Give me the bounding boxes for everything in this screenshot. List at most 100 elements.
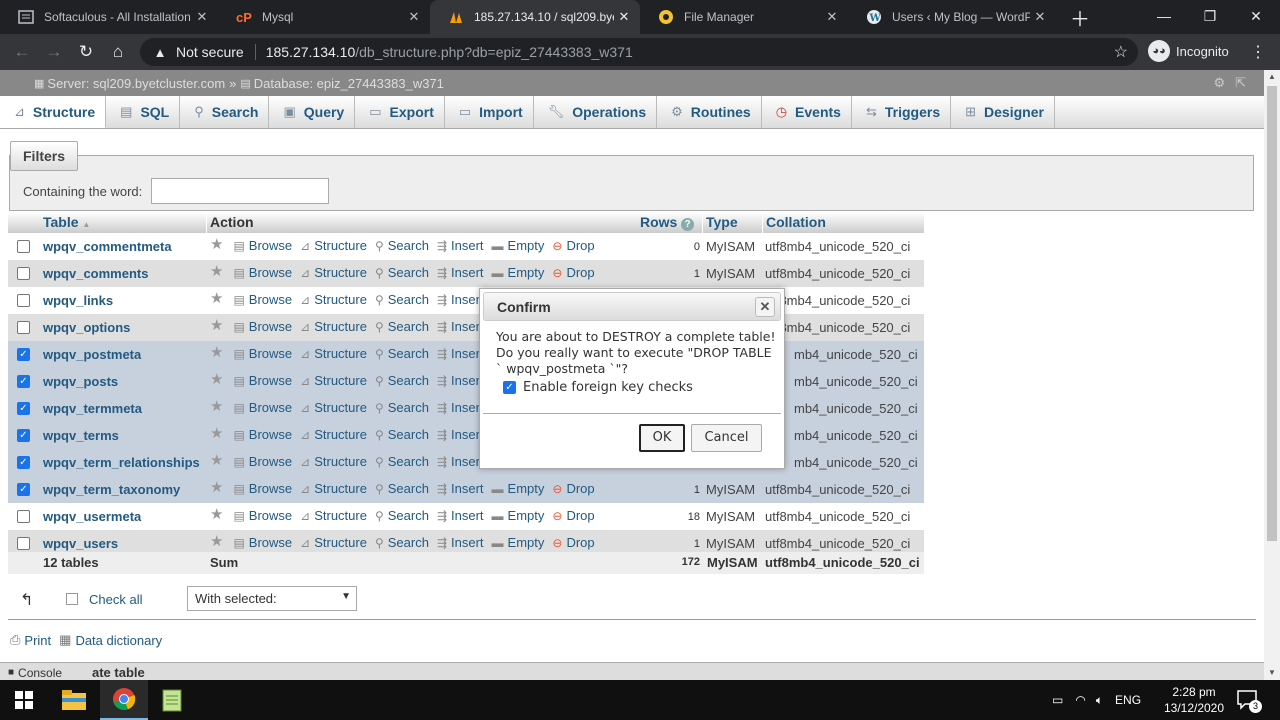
foreign-key-checkbox[interactable]: ✓ xyxy=(503,381,516,394)
search-action[interactable]: ⚲ Search xyxy=(375,427,429,442)
table-row[interactable]: ✓ wpqv_term_taxonomy ★ ▤ Browse ⊿ Structure ⚲ Se… xyxy=(8,476,924,503)
structure-action[interactable]: ⊿ Structure xyxy=(300,238,367,253)
table-row[interactable]: ✓ wpqv_termmeta ★ ▤ Browse ⊿ Structure ⚲ Search ⇶… xyxy=(8,395,924,422)
insert-action[interactable]: ⇶ Insert xyxy=(437,481,484,496)
insert-action[interactable]: ⇶ Insert xyxy=(437,238,484,253)
search-action[interactable]: ⚲ Search xyxy=(375,265,429,280)
filter-input[interactable] xyxy=(151,178,329,204)
tab-structure[interactable]: ⊿ Structure xyxy=(0,96,107,128)
help-icon[interactable]: ? xyxy=(681,218,695,231)
empty-action[interactable]: ▬Empty xyxy=(492,265,545,280)
structure-action[interactable]: ⊿ Structure xyxy=(300,481,367,496)
minimize-icon[interactable]: — xyxy=(1141,0,1187,32)
insert-action[interactable]: ⇶ Insert xyxy=(437,535,484,550)
drop-action[interactable]: ⊖Drop xyxy=(552,238,594,253)
close-tab-icon[interactable]: ✕ xyxy=(1030,9,1050,25)
table-row[interactable]: ✓ wpqv_terms ★ ▤ Browse ⊿ Structure ⚲ Search ⇶ Ins… xyxy=(8,422,924,449)
browser-tab-phpmyadmin[interactable]: 185.27.134.10 / sql209.byetc ✕ xyxy=(430,0,640,34)
insert-action[interactable]: ⇶ Insert xyxy=(437,346,484,361)
row-checkbox[interactable] xyxy=(17,294,30,307)
insert-action[interactable]: ⇶ Insert xyxy=(437,292,484,307)
battery-icon[interactable]: ▭ xyxy=(1052,693,1063,707)
tab-export[interactable]: ▭ Export xyxy=(355,96,445,128)
table-name-link[interactable]: wpqv_users xyxy=(43,536,118,551)
close-tab-icon[interactable]: ✕ xyxy=(404,9,424,25)
favorite-star-icon[interactable]: ★ xyxy=(210,291,223,307)
with-selected-select[interactable]: With selected: ▼ xyxy=(187,586,357,611)
check-all-icon[interactable] xyxy=(66,593,78,605)
browse-action[interactable]: ▤ Browse xyxy=(233,238,292,253)
chrome-taskbar[interactable] xyxy=(100,680,148,720)
browser-tab-softaculous[interactable]: Softaculous - All Installation ✕ xyxy=(0,0,218,34)
row-checkbox[interactable] xyxy=(17,510,30,523)
table-name-link[interactable]: wpqv_posts xyxy=(43,374,118,389)
ok-button[interactable]: OK xyxy=(639,424,685,452)
structure-action[interactable]: ⊿ Structure xyxy=(300,427,367,442)
structure-action[interactable]: ⊿ Structure xyxy=(300,346,367,361)
search-action[interactable]: ⚲ Search xyxy=(375,373,429,388)
row-checkbox[interactable] xyxy=(17,537,30,550)
favorite-star-icon[interactable]: ★ xyxy=(210,507,223,523)
table-row[interactable]: ✓ wpqv_postmeta ★ ▤ Browse ⊿ Structure ⚲ Search ⇶… xyxy=(8,341,924,368)
browse-action[interactable]: ▤ Browse xyxy=(233,481,292,496)
table-row[interactable]: wpqv_usermeta ★ ▤ Browse ⊿ Structure ⚲ Search ⇶ I… xyxy=(8,503,924,530)
structure-action[interactable]: ⊿ Structure xyxy=(300,292,367,307)
tab-import[interactable]: ▭ Import xyxy=(445,96,534,128)
row-checkbox[interactable]: ✓ xyxy=(17,429,30,442)
close-window-icon[interactable]: ✕ xyxy=(1233,0,1279,32)
table-row[interactable]: wpqv_links ★ ▤ Browse ⊿ Structure ⚲ Search ⇶ Inse… xyxy=(8,287,924,314)
insert-action[interactable]: ⇶ Insert xyxy=(437,319,484,334)
file-explorer-taskbar[interactable] xyxy=(50,680,98,720)
home-icon[interactable]: ⌂ xyxy=(105,39,131,65)
foreign-key-option[interactable]: ✓ Enable foreign key checks xyxy=(503,380,693,395)
row-checkbox[interactable] xyxy=(17,267,30,280)
address-bar[interactable]: ▲ Not secure 185.27.134.10 /db_structure… xyxy=(140,38,1138,66)
tab-operations[interactable]: 🔧︎ Operations xyxy=(534,96,658,128)
browse-action[interactable]: ▤ Browse xyxy=(233,292,292,307)
row-checkbox[interactable]: ✓ xyxy=(17,402,30,415)
forward-icon[interactable]: → xyxy=(41,39,67,65)
table-row[interactable]: ✓ wpqv_posts ★ ▤ Browse ⊿ Structure ⚲ Search ⇶ Ins… xyxy=(8,368,924,395)
volume-icon[interactable]: 🔈︎ xyxy=(1096,693,1103,708)
search-action[interactable]: ⚲ Search xyxy=(375,508,429,523)
page-scrollbar[interactable]: ▲ ▼ xyxy=(1264,70,1280,680)
favorite-star-icon[interactable]: ★ xyxy=(210,480,223,496)
structure-action[interactable]: ⊿ Structure xyxy=(300,535,367,550)
favorite-star-icon[interactable]: ★ xyxy=(210,264,223,280)
new-tab-button[interactable]: ＋ xyxy=(1064,0,1094,34)
scrollbar-thumb[interactable] xyxy=(1267,86,1277,541)
row-checkbox[interactable]: ✓ xyxy=(17,483,30,496)
data-dictionary-link[interactable]: Data dictionary xyxy=(75,633,162,648)
print-link[interactable]: Print xyxy=(24,633,51,648)
favorite-star-icon[interactable]: ★ xyxy=(210,372,223,388)
tab-triggers[interactable]: ⇆ Triggers xyxy=(852,96,952,128)
insert-action[interactable]: ⇶ Insert xyxy=(437,373,484,388)
breadcrumb-database[interactable]: Database: epiz_27443383_w371 xyxy=(254,76,444,91)
table-name-link[interactable]: wpqv_termmeta xyxy=(43,401,142,416)
structure-action[interactable]: ⊿ Structure xyxy=(300,319,367,334)
structure-action[interactable]: ⊿ Structure xyxy=(300,454,367,469)
browse-action[interactable]: ▤ Browse xyxy=(233,508,292,523)
close-tab-icon[interactable]: ✕ xyxy=(822,9,842,25)
back-icon[interactable]: ← xyxy=(9,39,35,65)
search-action[interactable]: ⚲ Search xyxy=(375,346,429,361)
browser-tab-mysql[interactable]: cP Mysql ✕ xyxy=(218,0,430,34)
scroll-up-icon[interactable]: ▲ xyxy=(1268,72,1276,81)
table-name-link[interactable]: wpqv_options xyxy=(43,320,130,335)
tab-query[interactable]: ▣ Query xyxy=(269,96,356,128)
breadcrumb-server[interactable]: Server: sql209.byetcluster.com xyxy=(47,76,225,91)
settings-icon[interactable]: ⚙⇱ xyxy=(1213,75,1256,91)
table-name-link[interactable]: wpqv_term_relationships xyxy=(43,455,200,470)
search-action[interactable]: ⚲ Search xyxy=(375,400,429,415)
structure-action[interactable]: ⊿ Structure xyxy=(300,373,367,388)
table-name-link[interactable]: wpqv_terms xyxy=(43,428,119,443)
tab-sql[interactable]: ▤ SQL xyxy=(106,96,181,128)
header-type[interactable]: Type xyxy=(706,214,738,230)
tab-designer[interactable]: ⊞ Designer xyxy=(951,96,1055,128)
wifi-icon[interactable]: ◠ xyxy=(1075,693,1085,707)
language-indicator[interactable]: ENG xyxy=(1115,693,1141,707)
browse-action[interactable]: ▤ Browse xyxy=(233,346,292,361)
incognito-indicator[interactable]: ◕◕ Incognito xyxy=(1148,40,1229,62)
structure-action[interactable]: ⊿ Structure xyxy=(300,400,367,415)
start-button[interactable] xyxy=(0,680,48,720)
